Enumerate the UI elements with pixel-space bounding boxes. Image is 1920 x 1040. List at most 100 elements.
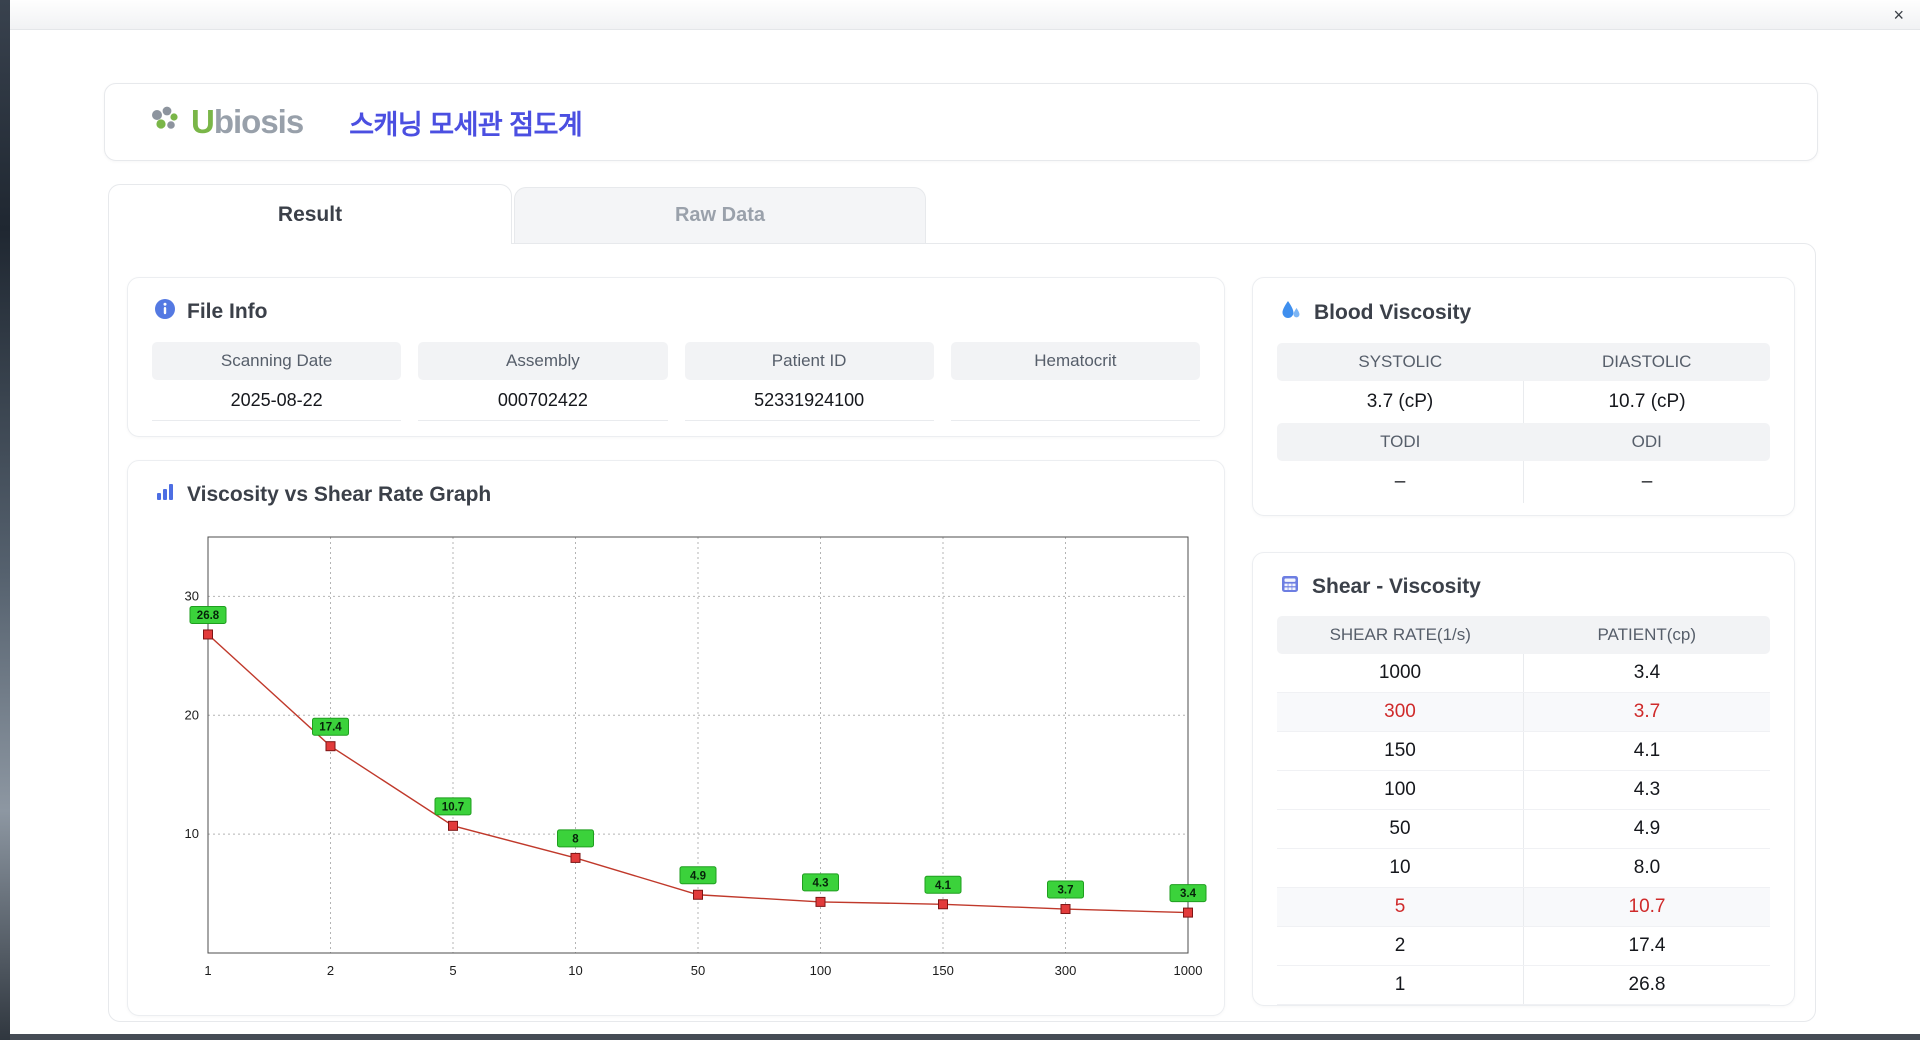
x-tick-label: 300 (1055, 963, 1077, 978)
shear-cell-rate: 50 (1389, 818, 1411, 839)
shear-cell-rate: 300 (1277, 693, 1523, 731)
header-card: Ubiosis 스캐닝 모세관 점도계 (104, 83, 1818, 161)
x-tick-label: 10 (568, 963, 582, 978)
y-tick-label: 10 (185, 826, 199, 841)
point-label: 8 (572, 833, 579, 845)
bv-header-row-2: TODI ODI (1277, 423, 1770, 461)
file-info-header: File Info (128, 278, 1224, 326)
bv-value-todi: – (1394, 471, 1406, 492)
bar-chart-icon (154, 481, 176, 509)
tab-raw-data-label: Raw Data (674, 204, 766, 226)
point-label: 10.7 (442, 801, 464, 813)
data-point-marker (938, 899, 948, 910)
point-label: 17.4 (319, 722, 342, 734)
content-card: File Info Scanning Date 2025-08-22 Assembl… (108, 243, 1816, 1022)
y-tick-label: 30 (185, 588, 199, 603)
file-info-field-value: 000702422 (418, 380, 668, 421)
bv-value-systolic: 3.7 (cP) (1366, 391, 1434, 412)
logo-text-u: U (191, 103, 215, 140)
blood-viscosity-card: Blood Viscosity SYSTOLIC DIASTOLIC 3.7 (… (1252, 277, 1795, 516)
file-info-field: Hematocrit (950, 342, 1200, 421)
file-info-field-value (950, 380, 1200, 421)
x-tick-label: 50 (691, 963, 705, 978)
shear-cell-rate: 10 (1389, 857, 1411, 878)
shear-viscosity-title: Shear - Viscosity (1312, 575, 1481, 598)
ubiosis-logo: Ubiosis (147, 103, 304, 142)
viscosity-chart: 10 20 30 1 2 5 10 50 100 150 300 1000 26.8 17.4 10.7 8 4… (185, 536, 1207, 978)
data-point-marker (203, 629, 213, 640)
file-info-field: Scanning Date 2025-08-22 (152, 342, 402, 421)
app-title: 스캐닝 모세관 점도계 (349, 109, 583, 140)
x-tick-label: 2 (327, 963, 334, 978)
shear-cell-rate: 5 (1277, 888, 1523, 926)
file-info-title: File Info (187, 300, 268, 323)
logo-text-rest: biosis (213, 103, 304, 140)
shear-row: 100 4.3 (1277, 771, 1770, 810)
file-info-field-label: Scanning Date (152, 342, 402, 380)
shear-row: 1000 3.4 (1277, 654, 1770, 693)
tab-raw-data[interactable]: Raw Data (514, 187, 926, 243)
bv-value-odi: – (1523, 461, 1770, 503)
table-icon (1279, 573, 1301, 601)
bv-header-systolic: SYSTOLIC (1358, 352, 1443, 371)
file-info-fields: Scanning Date 2025-08-22 Assembly 000702422… (152, 342, 1200, 421)
close-icon: × (1893, 5, 1904, 25)
data-point-marker (693, 889, 703, 900)
shear-cell-rate: 1 (1394, 974, 1406, 995)
desktop-edge-left (0, 0, 10, 1040)
data-point-marker (570, 852, 581, 863)
bv-header-todi: TODI (1380, 432, 1421, 451)
file-info-field-label: Hematocrit (950, 342, 1200, 380)
shear-viscosity-table: SHEAR RATE(1/s) PATIENT(cp) 1000 3.4 300 3.… (1277, 616, 1770, 1005)
file-info-card: File Info Scanning Date 2025-08-22 Assembl… (127, 277, 1225, 437)
shear-table-body: 1000 3.4 300 3.7 150 4.1 100 4.3 50 4.9 10 8.0 5 10.7… (1277, 654, 1770, 1005)
shear-cell-patient: 4.9 (1523, 810, 1770, 848)
shear-row: 5 10.7 (1277, 888, 1770, 927)
bv-value-row: 3.7 (cP) 10.7 (cP) (1277, 381, 1770, 423)
bv-header-diastolic: DIASTOLIC (1602, 352, 1692, 371)
shear-row: 300 3.7 (1277, 693, 1770, 732)
blood-viscosity-title: Blood Viscosity (1314, 301, 1472, 324)
tab-result-label: Result (277, 202, 343, 226)
shear-row: 150 4.1 (1277, 732, 1770, 771)
point-label: 4.9 (690, 870, 706, 882)
graph-header: Viscosity vs Shear Rate Graph (128, 461, 1224, 509)
data-point-marker (1060, 904, 1071, 915)
close-button[interactable]: × (1893, 3, 1904, 27)
point-label: 4.1 (935, 880, 952, 892)
bv-header-odi: ODI (1631, 432, 1662, 451)
file-info-field-label: Patient ID (684, 342, 934, 380)
tab-result[interactable]: Result (108, 184, 512, 244)
titlebar: × (10, 0, 1920, 30)
shear-cell-patient: 4.1 (1523, 732, 1770, 770)
point-label: 3.4 (1180, 888, 1197, 900)
bv-value-row-2: – – (1277, 461, 1770, 503)
shear-cell-patient: 3.7 (1523, 693, 1770, 731)
droplet-icon (1279, 298, 1303, 328)
shear-cell-patient: 26.8 (1523, 966, 1770, 1004)
graph-card: Viscosity vs Shear Rate Graph 10 20 30 1 2 5 1… (127, 460, 1225, 1016)
shear-cell-patient: 8.0 (1523, 849, 1770, 887)
shear-cell-rate: 2 (1394, 935, 1406, 956)
shear-row: 2 17.4 (1277, 927, 1770, 966)
x-tick-label: 100 (810, 963, 832, 978)
file-info-field-label: Assembly (418, 342, 668, 380)
x-tick-label: 1000 (1174, 963, 1203, 978)
file-info-field: Assembly 000702422 (418, 342, 668, 421)
shear-cell-patient: 3.4 (1523, 654, 1770, 692)
shear-col-header-rate: SHEAR RATE(1/s) (1329, 625, 1471, 644)
shear-cell-patient: 17.4 (1523, 927, 1770, 965)
point-label: 4.3 (813, 877, 829, 889)
shear-col-header-patient: PATIENT(cp) (1597, 625, 1697, 644)
blood-viscosity-header: Blood Viscosity (1253, 278, 1794, 328)
data-point-marker (1183, 907, 1193, 918)
file-info-field: Patient ID 52331924100 (684, 342, 934, 421)
x-tick-label: 5 (449, 963, 456, 978)
shear-cell-patient: 4.3 (1523, 771, 1770, 809)
leaf-cluster-icon (147, 103, 183, 142)
shear-row: 50 4.9 (1277, 810, 1770, 849)
x-tick-label: 1 (204, 963, 211, 978)
shear-row: 1 26.8 (1277, 966, 1770, 1005)
info-icon (154, 298, 176, 326)
shear-cell-patient: 10.7 (1523, 888, 1770, 926)
